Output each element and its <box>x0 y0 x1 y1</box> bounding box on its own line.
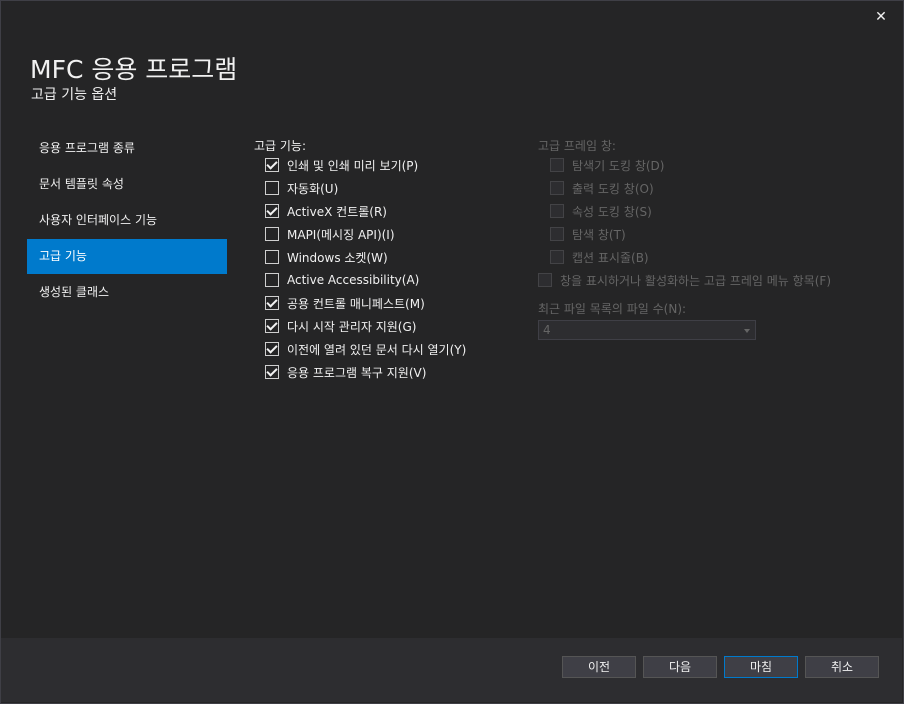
mru-count-select: 4 <box>538 320 756 340</box>
sidebar: 응용 프로그램 종류 문서 템플릿 속성 사용자 인터페이스 기능 고급 기능 … <box>27 131 227 311</box>
option-reopen-documents[interactable]: 이전에 열려 있던 문서 다시 열기(Y) <box>265 339 466 359</box>
sidebar-item-application-type[interactable]: 응용 프로그램 종류 <box>27 131 227 166</box>
option-activex[interactable]: ActiveX 컨트롤(R) <box>265 201 387 221</box>
checkbox-icon[interactable] <box>265 250 279 264</box>
checkbox-icon[interactable] <box>265 296 279 310</box>
finish-button[interactable]: 마침 <box>724 656 798 678</box>
advanced-features-label: 고급 기능: <box>254 139 307 153</box>
checkbox-icon[interactable] <box>265 227 279 241</box>
option-label: 속성 도킹 창(S) <box>572 204 652 219</box>
checkbox-icon[interactable] <box>265 204 279 218</box>
option-label: 탐색 창(T) <box>572 227 626 242</box>
option-label: 이전에 열려 있던 문서 다시 열기(Y) <box>287 342 467 357</box>
option-label: Windows 소켓(W) <box>287 250 388 265</box>
sidebar-item-advanced-features[interactable]: 고급 기능 <box>27 239 227 274</box>
option-mapi[interactable]: MAPI(메시징 API)(I) <box>265 224 395 244</box>
option-label: 창을 표시하거나 활성화하는 고급 프레임 메뉴 항목(F) <box>560 273 831 288</box>
option-label: 캡션 표시줄(B) <box>572 250 649 265</box>
checkbox-icon[interactable] <box>265 158 279 172</box>
checkbox-icon <box>550 250 564 264</box>
checkbox-icon[interactable] <box>265 342 279 356</box>
option-active-accessibility[interactable]: Active Accessibility(A) <box>265 270 419 290</box>
checkbox-icon <box>550 227 564 241</box>
option-label: 출력 도킹 창(O) <box>572 181 654 196</box>
option-output-docking-pane: 출력 도킹 창(O) <box>550 178 654 198</box>
option-caption-bar: 캡션 표시줄(B) <box>550 247 649 267</box>
frame-panes-label: 고급 프레임 창: <box>538 139 616 153</box>
previous-button[interactable]: 이전 <box>562 656 636 678</box>
option-print-preview[interactable]: 인쇄 및 인쇄 미리 보기(P) <box>265 155 418 175</box>
option-label: 응용 프로그램 복구 지원(V) <box>287 365 427 380</box>
sidebar-item-user-interface[interactable]: 사용자 인터페이스 기능 <box>27 203 227 238</box>
option-properties-docking-pane: 속성 도킹 창(S) <box>550 201 652 221</box>
option-label: 자동화(U) <box>287 181 339 196</box>
option-application-recovery[interactable]: 응용 프로그램 복구 지원(V) <box>265 362 426 382</box>
footer-bar: 이전 다음 마침 취소 <box>1 638 902 702</box>
checkbox-icon <box>538 273 552 287</box>
mru-count-label: 최근 파일 목록의 파일 수(N): <box>538 302 687 316</box>
checkbox-icon <box>550 204 564 218</box>
option-explorer-docking-pane: 탐색기 도킹 창(D) <box>550 155 664 175</box>
checkbox-icon[interactable] <box>265 273 279 287</box>
option-common-control-manifest[interactable]: 공용 컨트롤 매니페스트(M) <box>265 293 425 313</box>
option-label: MAPI(메시징 API)(I) <box>287 227 395 242</box>
sidebar-item-document-template[interactable]: 문서 템플릿 속성 <box>27 167 227 202</box>
next-button[interactable]: 다음 <box>643 656 717 678</box>
checkbox-icon[interactable] <box>265 319 279 333</box>
option-label: Active Accessibility(A) <box>287 273 420 287</box>
option-label: 인쇄 및 인쇄 미리 보기(P) <box>287 158 419 173</box>
sidebar-item-generated-classes[interactable]: 생성된 클래스 <box>27 275 227 310</box>
option-windows-sockets[interactable]: Windows 소켓(W) <box>265 247 388 267</box>
cancel-button[interactable]: 취소 <box>805 656 879 678</box>
close-icon[interactable]: ✕ <box>872 8 890 26</box>
page-title: MFC 응용 프로그램 <box>30 55 238 84</box>
option-label: 공용 컨트롤 매니페스트(M) <box>287 296 425 311</box>
checkbox-icon[interactable] <box>265 365 279 379</box>
checkbox-icon[interactable] <box>265 181 279 195</box>
option-restart-manager[interactable]: 다시 시작 관리자 지원(G) <box>265 316 416 336</box>
option-automation[interactable]: 자동화(U) <box>265 178 338 198</box>
option-label: ActiveX 컨트롤(R) <box>287 204 387 219</box>
chevron-down-icon <box>744 329 750 333</box>
option-frame-menu-items: 창을 표시하거나 활성화하는 고급 프레임 메뉴 항목(F) <box>538 270 831 290</box>
option-label: 다시 시작 관리자 지원(G) <box>287 319 417 334</box>
checkbox-icon <box>550 158 564 172</box>
mru-count-value: 4 <box>543 323 551 337</box>
page-subtitle: 고급 기능 옵션 <box>31 87 118 103</box>
option-navigation-pane: 탐색 창(T) <box>550 224 626 244</box>
checkbox-icon <box>550 181 564 195</box>
option-label: 탐색기 도킹 창(D) <box>572 158 665 173</box>
